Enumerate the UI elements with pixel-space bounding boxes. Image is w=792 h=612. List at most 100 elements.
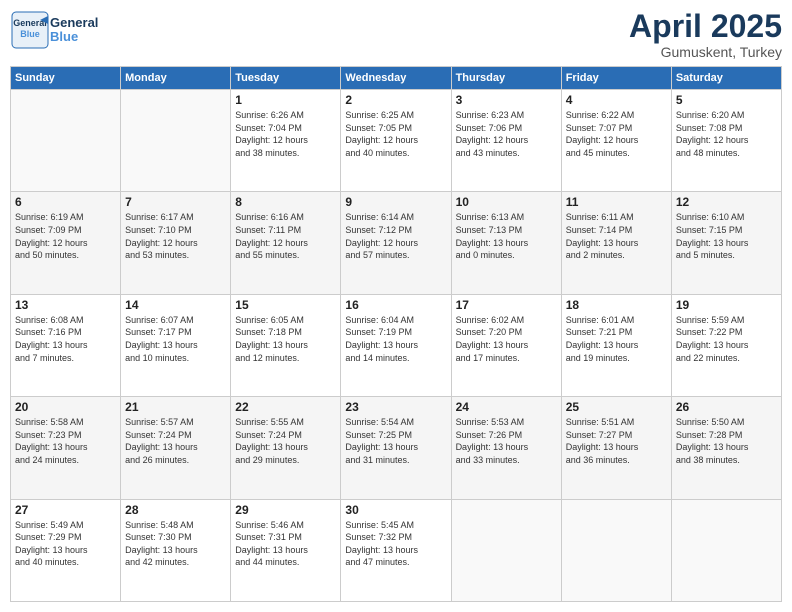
calendar-weekday-header: Thursday [451,67,561,90]
day-number: 24 [456,400,557,414]
calendar-day-cell: 8Sunrise: 6:16 AM Sunset: 7:11 PM Daylig… [231,192,341,294]
calendar-day-cell [121,90,231,192]
day-info: Sunrise: 6:08 AM Sunset: 7:16 PM Dayligh… [15,314,116,364]
calendar-week-row: 20 Sunrise: 5:58 AM Sunset: 7:23 PM Dayli… [11,397,782,499]
calendar-day-cell: 27 Sunrise: 5:49 AM Sunset: 7:29 PM Dayli… [11,499,121,601]
calendar-week-row: 6 Sunrise: 6:19 AM Sunset: 7:09 PM Daylig… [11,192,782,294]
calendar-day-cell: 28 Sunrise: 5:48 AM Sunset: 7:30 PM Dayli… [121,499,231,601]
calendar-day-cell [11,90,121,192]
calendar-day-cell: 13 Sunrise: 6:08 AM Sunset: 7:16 PM Dayli… [11,294,121,396]
calendar-day-cell: 10 Sunrise: 6:13 AM Sunset: 7:13 PM Dayli… [451,192,561,294]
calendar-day-cell: 17Sunrise: 6:02 AM Sunset: 7:20 PM Dayli… [451,294,561,396]
calendar-header-row: SundayMondayTuesdayWednesdayThursdayFrid… [11,67,782,90]
svg-text:Blue: Blue [20,29,40,39]
day-info: Sunrise: 6:16 AM Sunset: 7:11 PM Dayligh… [235,211,336,261]
day-info: Sunrise: 6:19 AM Sunset: 7:09 PM Dayligh… [15,211,116,261]
day-info: Sunrise: 6:11 AM Sunset: 7:14 PM Dayligh… [566,211,667,261]
calendar-week-row: 27 Sunrise: 5:49 AM Sunset: 7:29 PM Dayli… [11,499,782,601]
day-info: Sunrise: 5:51 AM Sunset: 7:27 PM Dayligh… [566,416,667,466]
calendar-day-cell: 19 Sunrise: 5:59 AM Sunset: 7:22 PM Dayli… [671,294,781,396]
calendar-day-cell: 1 Sunrise: 6:26 AM Sunset: 7:04 PM Daylig… [231,90,341,192]
calendar-day-cell: 25 Sunrise: 5:51 AM Sunset: 7:27 PM Dayli… [561,397,671,499]
calendar-day-cell [561,499,671,601]
page: General Blue General Blue April 2025 Gum… [0,0,792,612]
day-number: 13 [15,298,116,312]
day-info: Sunrise: 5:46 AM Sunset: 7:31 PM Dayligh… [235,519,336,569]
day-info: Sunrise: 6:20 AM Sunset: 7:08 PM Dayligh… [676,109,777,159]
month-title: April 2025 [629,10,782,42]
calendar-day-cell: 14 Sunrise: 6:07 AM Sunset: 7:17 PM Dayli… [121,294,231,396]
day-info: Sunrise: 6:04 AM Sunset: 7:19 PM Dayligh… [345,314,446,364]
day-number: 3 [456,93,557,107]
day-info: Sunrise: 5:58 AM Sunset: 7:23 PM Dayligh… [15,416,116,466]
day-number: 6 [15,195,116,209]
calendar-week-row: 1 Sunrise: 6:26 AM Sunset: 7:04 PM Daylig… [11,90,782,192]
day-number: 4 [566,93,667,107]
calendar-weekday-header: Wednesday [341,67,451,90]
day-info: Sunrise: 6:26 AM Sunset: 7:04 PM Dayligh… [235,109,336,159]
calendar-weekday-header: Saturday [671,67,781,90]
day-info: Sunrise: 6:14 AM Sunset: 7:12 PM Dayligh… [345,211,446,261]
day-number: 11 [566,195,667,209]
header: General Blue General Blue April 2025 Gum… [10,10,782,60]
day-info: Sunrise: 6:01 AM Sunset: 7:21 PM Dayligh… [566,314,667,364]
calendar-day-cell: 16Sunrise: 6:04 AM Sunset: 7:19 PM Dayli… [341,294,451,396]
logo: General Blue General Blue [10,10,98,50]
day-number: 30 [345,503,446,517]
day-number: 19 [676,298,777,312]
calendar-day-cell: 11 Sunrise: 6:11 AM Sunset: 7:14 PM Dayli… [561,192,671,294]
day-info: Sunrise: 6:07 AM Sunset: 7:17 PM Dayligh… [125,314,226,364]
day-info: Sunrise: 5:50 AM Sunset: 7:28 PM Dayligh… [676,416,777,466]
calendar-day-cell: 26 Sunrise: 5:50 AM Sunset: 7:28 PM Dayli… [671,397,781,499]
calendar-weekday-header: Tuesday [231,67,341,90]
day-number: 5 [676,93,777,107]
day-info: Sunrise: 5:48 AM Sunset: 7:30 PM Dayligh… [125,519,226,569]
calendar-day-cell [671,499,781,601]
day-number: 28 [125,503,226,517]
day-info: Sunrise: 5:57 AM Sunset: 7:24 PM Dayligh… [125,416,226,466]
calendar-day-cell: 4 Sunrise: 6:22 AM Sunset: 7:07 PM Daylig… [561,90,671,192]
day-number: 21 [125,400,226,414]
calendar-table: SundayMondayTuesdayWednesdayThursdayFrid… [10,66,782,602]
calendar-day-cell: 12 Sunrise: 6:10 AM Sunset: 7:15 PM Dayli… [671,192,781,294]
day-info: Sunrise: 6:22 AM Sunset: 7:07 PM Dayligh… [566,109,667,159]
day-number: 10 [456,195,557,209]
day-number: 29 [235,503,336,517]
calendar-weekday-header: Friday [561,67,671,90]
calendar-day-cell: 22Sunrise: 5:55 AM Sunset: 7:24 PM Dayli… [231,397,341,499]
logo-icon: General Blue [10,10,50,50]
calendar-week-row: 13 Sunrise: 6:08 AM Sunset: 7:16 PM Dayli… [11,294,782,396]
day-info: Sunrise: 6:25 AM Sunset: 7:05 PM Dayligh… [345,109,446,159]
calendar-day-cell: 24Sunrise: 5:53 AM Sunset: 7:26 PM Dayli… [451,397,561,499]
day-info: Sunrise: 6:02 AM Sunset: 7:20 PM Dayligh… [456,314,557,364]
calendar-weekday-header: Sunday [11,67,121,90]
calendar-day-cell: 9Sunrise: 6:14 AM Sunset: 7:12 PM Daylig… [341,192,451,294]
day-number: 26 [676,400,777,414]
day-number: 1 [235,93,336,107]
day-number: 22 [235,400,336,414]
location-subtitle: Gumuskent, Turkey [629,44,782,60]
calendar-day-cell: 2Sunrise: 6:25 AM Sunset: 7:05 PM Daylig… [341,90,451,192]
day-info: Sunrise: 6:17 AM Sunset: 7:10 PM Dayligh… [125,211,226,261]
calendar-day-cell: 29 Sunrise: 5:46 AM Sunset: 7:31 PM Dayli… [231,499,341,601]
day-number: 15 [235,298,336,312]
calendar-day-cell [451,499,561,601]
title-block: April 2025 Gumuskent, Turkey [629,10,782,60]
day-info: Sunrise: 5:49 AM Sunset: 7:29 PM Dayligh… [15,519,116,569]
day-info: Sunrise: 5:45 AM Sunset: 7:32 PM Dayligh… [345,519,446,569]
calendar-day-cell: 30 Sunrise: 5:45 AM Sunset: 7:32 PM Dayli… [341,499,451,601]
day-number: 14 [125,298,226,312]
calendar-day-cell: 21 Sunrise: 5:57 AM Sunset: 7:24 PM Dayli… [121,397,231,499]
day-number: 12 [676,195,777,209]
calendar-day-cell: 20 Sunrise: 5:58 AM Sunset: 7:23 PM Dayli… [11,397,121,499]
day-info: Sunrise: 5:59 AM Sunset: 7:22 PM Dayligh… [676,314,777,364]
day-number: 25 [566,400,667,414]
calendar-day-cell: 3Sunrise: 6:23 AM Sunset: 7:06 PM Daylig… [451,90,561,192]
day-info: Sunrise: 6:10 AM Sunset: 7:15 PM Dayligh… [676,211,777,261]
calendar-day-cell: 7Sunrise: 6:17 AM Sunset: 7:10 PM Daylig… [121,192,231,294]
day-info: Sunrise: 6:13 AM Sunset: 7:13 PM Dayligh… [456,211,557,261]
calendar-day-cell: 15Sunrise: 6:05 AM Sunset: 7:18 PM Dayli… [231,294,341,396]
day-number: 27 [15,503,116,517]
day-number: 20 [15,400,116,414]
day-number: 18 [566,298,667,312]
